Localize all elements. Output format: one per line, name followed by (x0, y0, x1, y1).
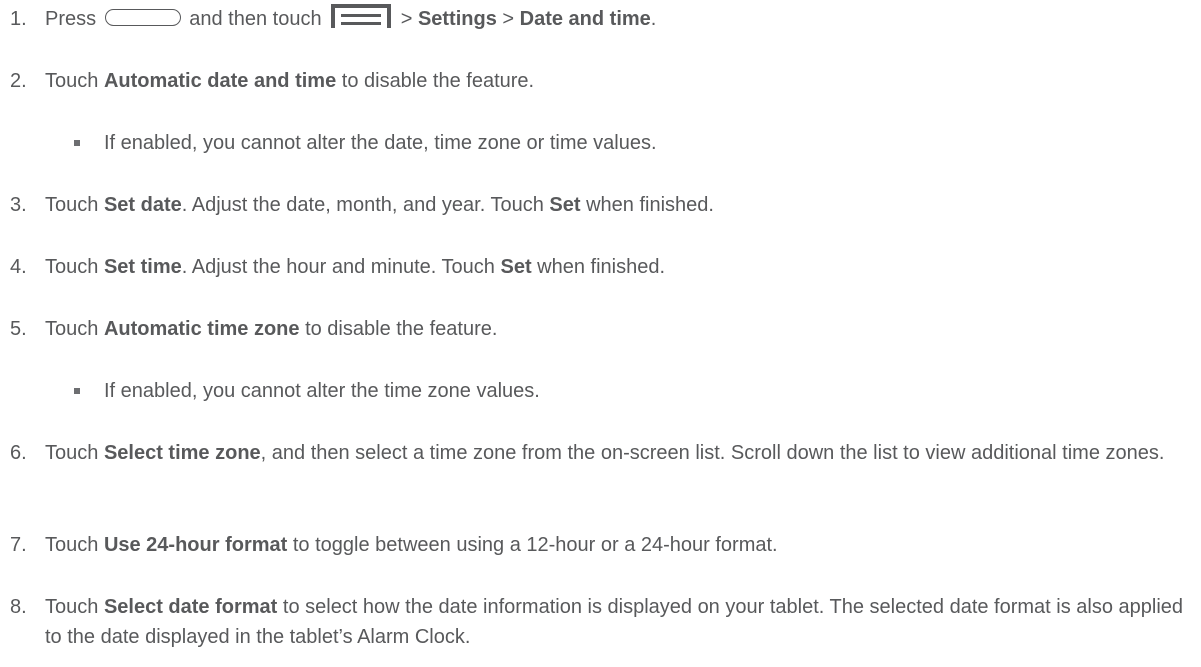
instruction-document: 1. Press and then touch > Settings > Dat… (0, 0, 1201, 667)
step-text-fragment: and then touch (183, 8, 328, 30)
step-text-fragment: Touch (45, 194, 104, 216)
set-label: Set (500, 256, 532, 278)
use-24-hour-format-label: Use 24-hour format (103, 534, 288, 556)
step-number: 2. (10, 70, 27, 92)
note-text: If enabled, you cannot alter the time zo… (104, 380, 540, 402)
step-text-fragment: Press (45, 8, 102, 30)
step-text: Touch Select time zone, and then select … (45, 438, 1195, 468)
step-text-fragment: when finished. (580, 194, 714, 216)
step-text-fragment: to disable the feature. (299, 318, 498, 340)
note-text: If enabled, you cannot alter the date, t… (104, 132, 657, 154)
menu-key-icon (330, 3, 392, 29)
select-time-zone-label: Select time zone (103, 442, 261, 464)
step-text-fragment: Touch (45, 70, 104, 92)
step-text-fragment: . (650, 8, 657, 30)
step-text: Touch Select date format to select how t… (45, 592, 1195, 652)
step-text-fragment: , and then select a time zone from the o… (260, 442, 1165, 464)
step-text-fragment: Touch (45, 596, 104, 618)
step-text: Touch Set date. Adjust the date, month, … (45, 190, 714, 220)
settings-label: Settings (417, 8, 497, 30)
step-number: 8. (10, 596, 27, 618)
square-bullet-icon (74, 388, 80, 394)
step-number: 6. (10, 442, 27, 464)
step-text-fragment: to toggle between using a 12-hour or a 2… (287, 534, 778, 556)
step-text: Touch Set time. Adjust the hour and minu… (45, 252, 665, 282)
step-text-fragment: Touch (45, 534, 104, 556)
step-text-fragment: > (395, 8, 418, 30)
set-label: Set (549, 194, 581, 216)
step-text-fragment: . Adjust the date, month, and year. Touc… (181, 194, 550, 216)
step-text: Press and then touch > Settings > Date a… (45, 3, 657, 34)
step-text: Touch Automatic time zone to disable the… (45, 314, 497, 344)
step-text-fragment: Touch (45, 318, 104, 340)
step-text-fragment: to disable the feature. (336, 70, 535, 92)
step-text-fragment: Touch (45, 256, 104, 278)
automatic-time-zone-label: Automatic time zone (103, 318, 300, 340)
home-key-icon (104, 9, 181, 27)
set-time-label: Set time (103, 256, 182, 278)
step-text-fragment: Touch (45, 442, 104, 464)
step-text: Touch Automatic date and time to disable… (45, 66, 534, 96)
square-bullet-icon (74, 140, 80, 146)
date-and-time-label: Date and time (519, 8, 651, 30)
step-number: 4. (10, 256, 27, 278)
set-date-label: Set date (103, 194, 182, 216)
step-number: 7. (10, 534, 27, 556)
step-number: 1. (10, 8, 27, 30)
automatic-date-time-label: Automatic date and time (103, 70, 337, 92)
select-date-format-label: Select date format (103, 596, 278, 618)
step-number: 3. (10, 194, 27, 216)
step-text-fragment: > (496, 8, 520, 30)
step-number: 5. (10, 318, 27, 340)
step-text-fragment: . Adjust the hour and minute. Touch (181, 256, 501, 278)
step-text-fragment: when finished. (531, 256, 666, 278)
step-text: Touch Use 24-hour format to toggle betwe… (45, 530, 778, 560)
